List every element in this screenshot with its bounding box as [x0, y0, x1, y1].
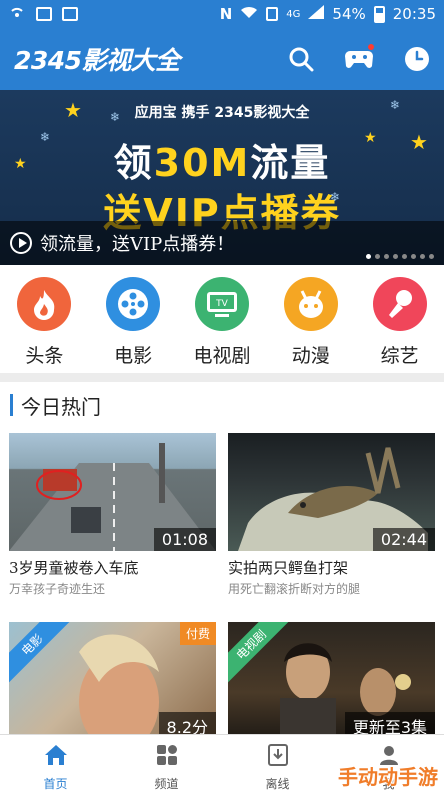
network-type: 4G [286, 8, 301, 20]
download-icon [266, 743, 290, 771]
wifi-icon [240, 5, 258, 23]
search-icon[interactable] [286, 44, 316, 74]
screenshot-icon [36, 7, 52, 21]
gallery-icon [62, 7, 78, 21]
video-subtitle: 用死亡翻滚折断对方的腿 [228, 582, 361, 596]
category-anime[interactable]: 动漫 [276, 277, 346, 373]
flame-icon [17, 277, 72, 331]
category-label: 头条 [25, 345, 64, 367]
section-accent-bar [10, 394, 13, 416]
history-clock-icon[interactable] [402, 44, 432, 74]
category-label: 电影 [114, 345, 153, 367]
app-logo: 2345影视大全 [14, 46, 180, 75]
banner-caption-text: 领流量，送VIP点播券！ [40, 234, 235, 255]
carousel-dot[interactable] [429, 254, 434, 259]
notification-dot [368, 44, 374, 50]
wifi-hotspot-icon [8, 5, 26, 23]
video-card[interactable]: 01:08 3岁男童被卷入车底 万幸孩子奇迹生还 [9, 433, 216, 597]
carousel-dot[interactable] [375, 254, 380, 259]
category-label: 综艺 [380, 345, 419, 367]
status-bar: N 4G 54% 20:35 [0, 0, 444, 28]
sim-icon [266, 7, 279, 21]
nav-label: 首页 [43, 777, 68, 791]
video-thumbnail: 电视剧 更新至3集 [228, 622, 435, 740]
nav-label: 频道 [154, 777, 179, 791]
gamepad-icon[interactable] [344, 44, 374, 74]
category-label: 电视剧 [193, 345, 251, 367]
svg-text:TV: TV [215, 299, 228, 309]
video-thumbnail: 02:44 [228, 433, 435, 551]
video-thumbnail: 电影 付费 8.2分 [9, 622, 216, 740]
signal-icon [308, 5, 325, 23]
carousel-dot[interactable] [411, 254, 416, 259]
carousel-dot[interactable] [366, 254, 371, 259]
notification-n-icon: N [219, 5, 233, 23]
category-movies[interactable]: 电影 [98, 277, 168, 373]
paid-tag: 付费 [179, 622, 216, 645]
battery-icon [373, 5, 385, 23]
carousel-dot[interactable] [402, 254, 407, 259]
anime-face-icon [283, 277, 338, 331]
app-header: 2345影视大全 [0, 28, 444, 90]
clock-time: 20:35 [392, 5, 436, 23]
watermark-text: 手动动手游 [338, 765, 438, 789]
video-title: 3岁男童被卷入车底 [9, 559, 139, 577]
play-circle-icon [10, 232, 32, 254]
grid-icon [155, 743, 179, 771]
carousel-dot[interactable] [393, 254, 398, 259]
carousel-dots [366, 254, 434, 259]
category-headlines[interactable]: 头条 [9, 277, 79, 373]
video-subtitle: 万幸孩子奇迹生还 [9, 582, 106, 596]
home-icon [43, 743, 69, 771]
video-title: 实拍两只鳄鱼打架 [228, 559, 349, 577]
video-duration: 01:08 [153, 528, 216, 551]
nav-label: 离线 [265, 777, 290, 791]
hot-today-section: 今日热门 01:08 3岁男童被卷入车底 万幸孩子奇迹生还 02:44 实拍两只… [0, 382, 444, 740]
banner-headline: 领30M流量 [113, 141, 331, 185]
category-label: 动漫 [291, 345, 330, 367]
category-grid: 头条 电影 TV 电视剧 动漫 综艺 [0, 265, 444, 373]
battery-percent: 54% [332, 5, 366, 23]
tv-icon: TV [194, 277, 249, 331]
tv-series-card[interactable]: 电视剧 更新至3集 [228, 622, 435, 740]
category-tv-series[interactable]: TV 电视剧 [187, 277, 257, 373]
video-thumbnail: 01:08 [9, 433, 216, 551]
microphone-icon [372, 277, 427, 331]
section-title: 今日热门 [10, 392, 101, 419]
movie-card[interactable]: 电影 付费 8.2分 [9, 622, 216, 740]
carousel-dot[interactable] [384, 254, 389, 259]
banner-brand-line: 应用宝 携手 2345影视大全 [134, 105, 310, 121]
promo-banner[interactable]: ★ ★ ★ ★ ❄ ❄ ❄ ❄ 应用宝 携手 2345影视大全 领30M流量 送… [0, 90, 444, 265]
video-card[interactable]: 02:44 实拍两只鳄鱼打架 用死亡翻滚折断对方的腿 [228, 433, 435, 597]
film-reel-icon [106, 277, 161, 331]
section-title-text: 今日热门 [21, 394, 101, 419]
nav-home[interactable]: 首页 [0, 735, 111, 794]
category-variety[interactable]: 综艺 [365, 277, 435, 373]
nav-offline[interactable]: 离线 [222, 735, 333, 794]
nav-channels[interactable]: 频道 [111, 735, 222, 794]
video-duration: 02:44 [372, 528, 435, 551]
carousel-dot[interactable] [420, 254, 425, 259]
